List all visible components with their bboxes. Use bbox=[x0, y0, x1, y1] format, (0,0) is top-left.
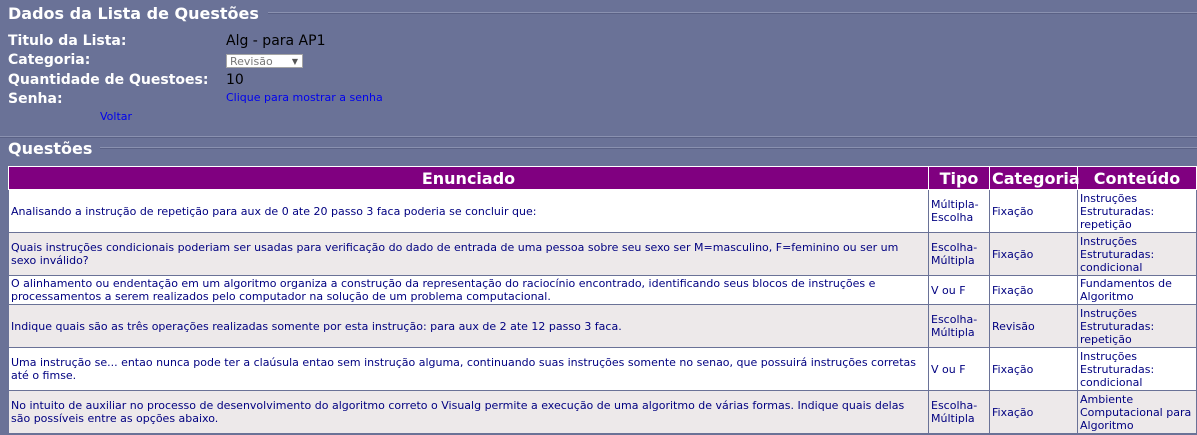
cell-conteudo: Ambiente Computacional para Algoritmo bbox=[1077, 390, 1197, 434]
cell-tipo: Escolha-Múltipla bbox=[928, 304, 990, 348]
questoes-table: Enunciado Tipo Categoria Conteúdo Analis… bbox=[8, 166, 1197, 434]
quantidade-value: 10 bbox=[226, 72, 244, 88]
cell-enunciado: Quais instruções condicionais poderiam s… bbox=[8, 232, 929, 276]
categoria-select[interactable]: Revisão ▼ bbox=[226, 54, 303, 68]
table-row[interactable]: Uma instrução se... entao nunca pode ter… bbox=[8, 347, 1197, 391]
categoria-selected-value: Revisão bbox=[230, 55, 273, 68]
cell-tipo: V ou F bbox=[928, 275, 990, 305]
cell-enunciado: Analisando a instrução de repetição para… bbox=[8, 189, 929, 233]
cell-conteudo: Fundamentos de Algoritmo bbox=[1077, 275, 1197, 305]
cell-enunciado: O alinhamento ou endentação em um algori… bbox=[8, 275, 929, 305]
cell-conteudo: Instruções Estruturadas: repetição bbox=[1077, 189, 1197, 233]
cell-conteudo: Instruções Estruturadas: condicional bbox=[1077, 347, 1197, 391]
title-divider bbox=[268, 12, 1197, 14]
cell-conteudo: Instruções Estruturadas: condicional bbox=[1077, 232, 1197, 276]
cell-conteudo: Instruções Estruturadas: repetição bbox=[1077, 304, 1197, 348]
cell-categoria: Fixação bbox=[989, 232, 1078, 276]
table-row[interactable]: Quais instruções condicionais poderiam s… bbox=[8, 232, 1197, 276]
cell-categoria: Fixação bbox=[989, 275, 1078, 305]
chevron-down-icon: ▼ bbox=[291, 57, 298, 66]
column-header-tipo: Tipo bbox=[928, 166, 990, 190]
titulo-label: Titulo da Lista: bbox=[8, 33, 127, 49]
cell-enunciado: No intuito de auxiliar no processo de de… bbox=[8, 390, 929, 434]
table-row[interactable]: O alinhamento ou endentação em um algori… bbox=[8, 275, 1197, 305]
cell-categoria: Revisão bbox=[989, 304, 1078, 348]
cell-enunciado: Uma instrução se... entao nunca pode ter… bbox=[8, 347, 929, 391]
column-header-enunciado: Enunciado bbox=[8, 166, 929, 190]
section-divider bbox=[0, 136, 1197, 138]
table-header-row: Enunciado Tipo Categoria Conteúdo bbox=[8, 166, 1197, 190]
cell-categoria: Fixação bbox=[989, 189, 1078, 233]
voltar-link[interactable]: Voltar bbox=[100, 110, 132, 123]
cell-categoria: Fixação bbox=[989, 390, 1078, 434]
questoes-title: Questões bbox=[8, 139, 93, 158]
cell-tipo: V ou F bbox=[928, 347, 990, 391]
questoes-divider bbox=[100, 147, 1197, 149]
column-header-categoria: Categoria bbox=[989, 166, 1080, 190]
titulo-value: Alg - para AP1 bbox=[226, 33, 326, 49]
cell-tipo: Escolha-Múltipla bbox=[928, 390, 990, 434]
show-password-link[interactable]: Clique para mostrar a senha bbox=[226, 91, 383, 104]
cell-tipo: Escolha-Múltipla bbox=[928, 232, 990, 276]
page-title: Dados da Lista de Questões bbox=[8, 4, 259, 23]
quantidade-label: Quantidade de Questoes: bbox=[8, 72, 209, 88]
table-row[interactable]: Indique quais são as três operações real… bbox=[8, 304, 1197, 348]
table-row[interactable]: Analisando a instrução de repetição para… bbox=[8, 189, 1197, 233]
cell-categoria: Fixação bbox=[989, 347, 1078, 391]
senha-label: Senha: bbox=[8, 91, 63, 107]
cell-tipo: Múltipla-Escolha bbox=[928, 189, 990, 233]
table-row[interactable]: No intuito de auxiliar no processo de de… bbox=[8, 390, 1197, 434]
cell-enunciado: Indique quais são as três operações real… bbox=[8, 304, 929, 348]
categoria-label: Categoria: bbox=[8, 52, 91, 68]
column-header-conteudo: Conteúdo bbox=[1077, 166, 1197, 190]
